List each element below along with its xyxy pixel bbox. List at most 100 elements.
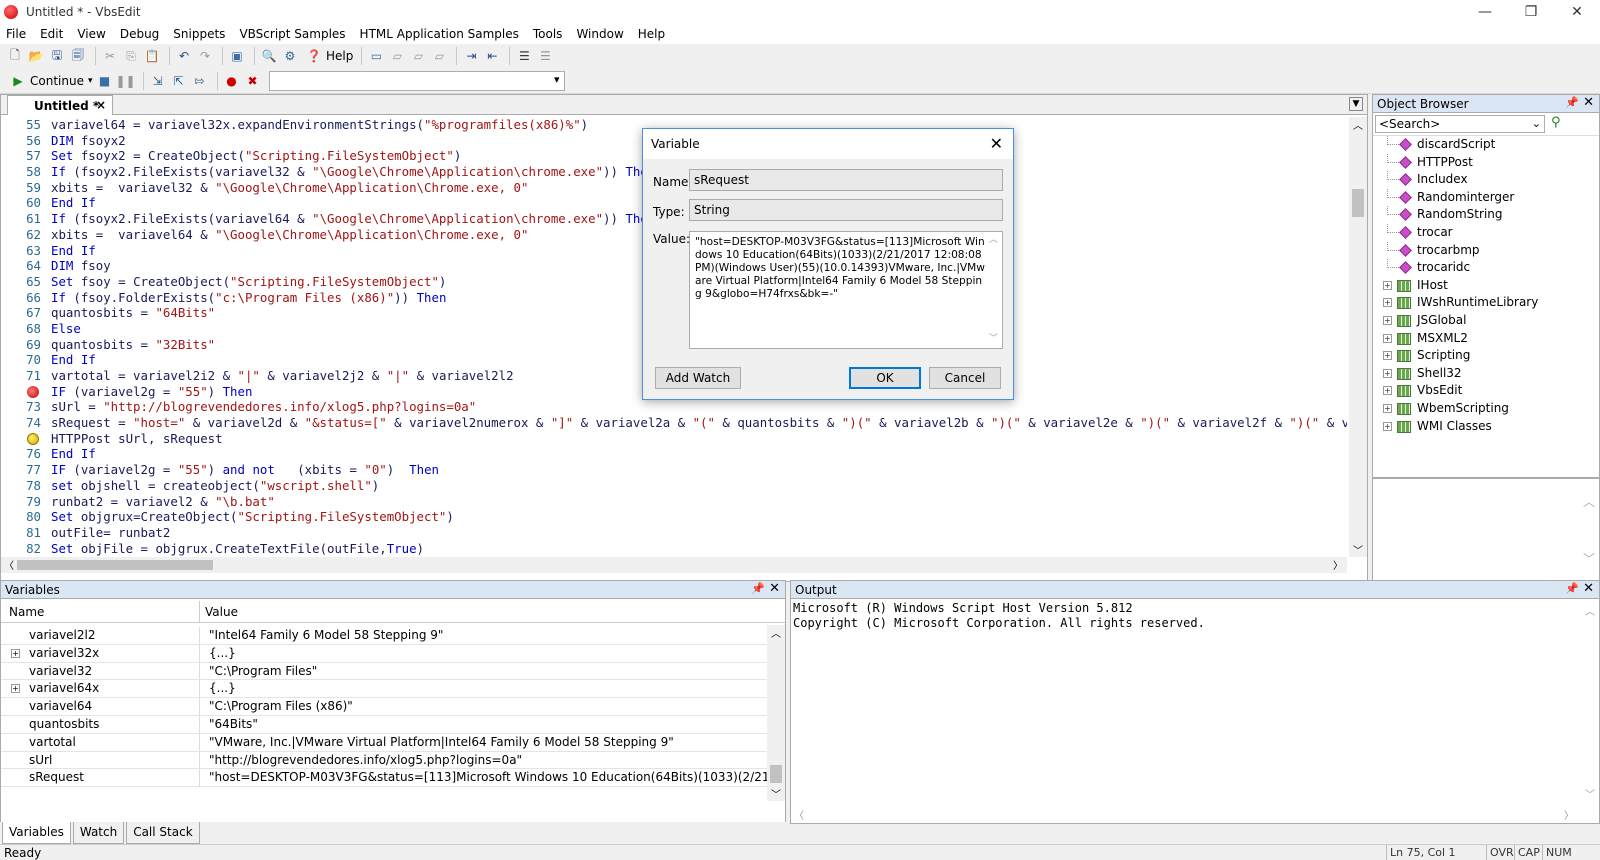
variable-row[interactable]: variavel64 "C:\Program Files (x86)" [1, 698, 767, 716]
help-button[interactable]: ❓ Help [302, 46, 356, 66]
scroll-left-icon[interactable]: 〈 [4, 557, 14, 572]
code-line[interactable]: 76 End If [1, 446, 1347, 462]
menu-tools[interactable]: Tools [533, 27, 563, 41]
object-browser-icon[interactable]: ⚙ [281, 47, 299, 65]
object-tree-item[interactable]: trocarbmp [1373, 241, 1599, 260]
tab-untitled[interactable]: Untitled * × [7, 95, 113, 115]
code-line[interactable]: 77 IF (variavel2g = "55") and not (xbits … [1, 462, 1347, 478]
object-tree-item[interactable]: + VbsEdit [1373, 382, 1599, 400]
variable-row[interactable]: vartotal "VMware, Inc.|VMware Virtual Pla… [1, 733, 767, 752]
next-bookmark-icon[interactable]: ▱ [409, 47, 427, 65]
menu-debug[interactable]: Debug [120, 27, 159, 41]
scroll-thumb[interactable] [17, 560, 213, 570]
expand-icon[interactable]: + [11, 684, 20, 694]
name-field[interactable]: sRequest [689, 169, 1003, 191]
expand-icon[interactable]: + [11, 648, 20, 658]
variable-row[interactable]: sUrl "http://blogrevendedores.info/xlog5.… [1, 751, 767, 770]
close-icon[interactable]: ✕ [769, 581, 780, 596]
variable-row[interactable]: sRequest "host=DESKTOP-M03V3FG&status=[11… [1, 769, 767, 788]
expand-icon[interactable]: + [1383, 421, 1392, 431]
scroll-right-icon[interactable]: 〉 [1564, 807, 1574, 822]
code-line[interactable]: 74 sRequest = "host=" & variavel2d & "&st… [1, 415, 1347, 431]
type-field[interactable]: String [689, 199, 1003, 221]
close-dialog-icon[interactable]: ✕ [990, 134, 1003, 153]
object-tree-item[interactable]: + IHost [1373, 277, 1599, 295]
expand-icon[interactable]: + [1383, 386, 1392, 396]
scroll-right-icon[interactable]: 〉 [1333, 557, 1343, 572]
menu-help[interactable]: Help [638, 27, 665, 41]
value-textarea[interactable]: "host=DESKTOP-M03V3FG&status=[113]Micros… [689, 231, 1003, 349]
step-out-icon[interactable]: ⇰ [191, 72, 209, 90]
object-tree-item[interactable]: + JSGlobal [1373, 312, 1599, 330]
scroll-up-icon[interactable]: ︿ [771, 625, 781, 640]
expand-icon[interactable]: + [1383, 298, 1392, 308]
code-line[interactable]: 82 Set objFile = objgrux.CreateTextFile(o… [1, 541, 1347, 557]
ok-button[interactable]: OK [849, 367, 921, 389]
object-tree-item[interactable]: HTTPPost [1373, 153, 1599, 172]
scroll-down-icon[interactable]: ﹀ [989, 333, 998, 346]
scroll-up-icon[interactable]: ︿ [1585, 603, 1595, 618]
expand-icon[interactable]: + [1383, 280, 1392, 290]
close-icon[interactable]: ✕ [1583, 95, 1594, 110]
redo-icon[interactable]: ↷ [196, 47, 214, 65]
go-search-icon[interactable]: ⚲ [1551, 115, 1569, 133]
new-file-icon[interactable]: 🗋 [6, 47, 24, 65]
object-tree-item[interactable]: RandomString [1373, 206, 1599, 224]
breakpoint-icon[interactable] [27, 385, 39, 398]
editor-horizontal-scrollbar[interactable]: 〈 〉 [1, 557, 1347, 573]
close-tab-icon[interactable]: × [96, 98, 106, 112]
menu-vbscript-samples[interactable]: VBScript Samples [239, 27, 345, 41]
output-horizontal-scrollbar[interactable]: 〈 〉 [791, 805, 1577, 822]
save-all-icon[interactable]: 🗐 [69, 47, 87, 65]
call-target-dropdown[interactable] [268, 70, 565, 91]
scroll-down-icon[interactable]: ﹀ [1585, 786, 1595, 801]
object-browser-search[interactable]: <Search> ⌄ [1375, 115, 1545, 133]
column-divider[interactable] [199, 601, 200, 623]
close-icon[interactable]: ✕ [1583, 581, 1594, 596]
minimize-button[interactable]: — [1462, 0, 1508, 24]
comment-block-icon[interactable]: ▭ [367, 47, 385, 65]
copy-icon[interactable]: ⎘ [122, 47, 140, 65]
scroll-thumb[interactable] [1352, 189, 1364, 217]
object-tree-item[interactable]: discardScript [1373, 136, 1599, 154]
variable-row[interactable]: + variavel32x {...} [1, 644, 767, 663]
stop-icon[interactable]: ■ [96, 72, 114, 90]
pause-icon[interactable]: ❚❚ [115, 72, 135, 90]
indent-icon[interactable]: ⇥ [462, 47, 480, 65]
scroll-down-icon[interactable]: ﹀ [771, 786, 781, 801]
menu-file[interactable]: File [6, 27, 26, 41]
expand-icon[interactable]: + [1383, 403, 1392, 413]
tab-call-stack[interactable]: Call Stack [126, 822, 200, 844]
tab-variables[interactable]: Variables [2, 822, 71, 844]
cut-icon[interactable]: ✂ [101, 47, 119, 65]
continue-button[interactable]: ▶ Continue ▾ [6, 71, 96, 91]
paste-icon[interactable]: 📋 [143, 47, 161, 65]
object-tree-item[interactable]: Randominterger [1373, 188, 1599, 207]
tab-watch[interactable]: Watch [72, 822, 125, 844]
expand-icon[interactable]: + [1383, 368, 1392, 378]
expand-icon[interactable]: + [1383, 333, 1392, 343]
script-editor-icon[interactable]: ▣ [228, 47, 246, 65]
variable-row[interactable]: variavel2l2 "Intel64 Family 6 Model 58 St… [1, 627, 767, 645]
column-header-value[interactable]: Value [205, 605, 238, 619]
pin-icon[interactable]: 📌 [751, 582, 765, 595]
scroll-up-icon[interactable]: ︿ [989, 234, 998, 247]
object-tree-item[interactable]: + WMI Classes [1373, 418, 1599, 436]
object-tree-item[interactable]: Includex [1373, 171, 1599, 189]
variable-row[interactable]: quantosbits "64Bits" [1, 715, 767, 734]
save-icon[interactable]: 🖫 [48, 47, 66, 65]
pin-icon[interactable]: 📌 [1565, 582, 1579, 595]
maximize-button[interactable]: ❐ [1508, 0, 1554, 24]
object-tree-item[interactable]: + WbemScripting [1373, 400, 1599, 418]
menu-snippets[interactable]: Snippets [173, 27, 225, 41]
variable-row[interactable]: variavel32 "C:\Program Files" [1, 662, 767, 681]
code-line[interactable]: 81 outFile= runbat2 [1, 525, 1347, 541]
chevron-down-icon[interactable]: ⌄ [1532, 116, 1541, 132]
open-folder-icon[interactable]: 📂 [27, 47, 45, 65]
variable-row[interactable]: + variavel64x {...} [1, 680, 767, 699]
prev-bookmark-icon[interactable]: ▱ [430, 47, 448, 65]
add-watch-button[interactable]: Add Watch [655, 367, 741, 389]
code-line[interactable]: 73 sUrl = "http://blogrevendedores.info/x… [1, 399, 1347, 415]
object-tree-item[interactable]: + MSXML2 [1373, 330, 1599, 348]
menu-hta-samples[interactable]: HTML Application Samples [360, 27, 519, 41]
